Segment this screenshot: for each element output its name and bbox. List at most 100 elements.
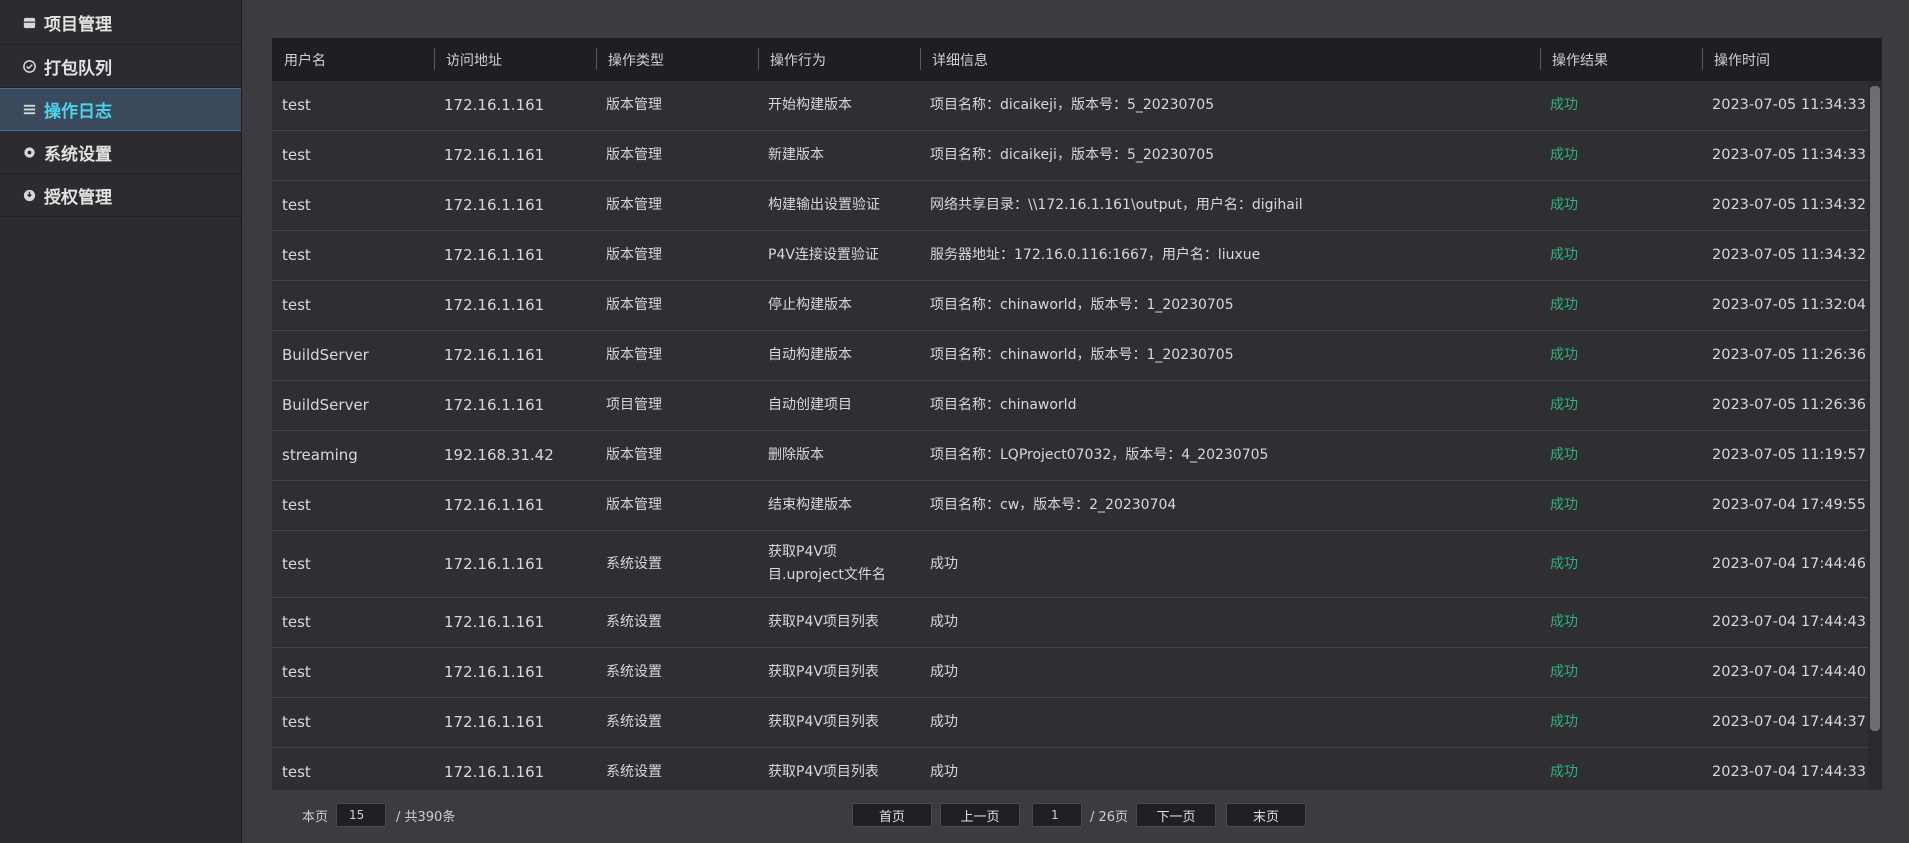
cell-type: 系统设置: [606, 714, 662, 730]
cell-address: 172.16.1.161: [444, 496, 545, 514]
cell-detail: 成功: [930, 764, 958, 780]
cell-result: 成功: [1550, 97, 1578, 113]
sidebar-item-license[interactable]: 授权管理: [0, 174, 241, 217]
sidebar-item-queue[interactable]: 打包队列: [0, 45, 241, 88]
cell-action: 新建版本: [768, 147, 824, 163]
sidebar-item-log[interactable]: 操作日志: [0, 88, 241, 131]
vertical-scrollbar[interactable]: [1868, 81, 1882, 790]
cell-action: 自动创建项目: [768, 397, 852, 413]
cell-address: 192.168.31.42: [444, 446, 554, 464]
last-page-button[interactable]: 末页: [1226, 803, 1306, 827]
scrollbar-thumb[interactable]: [1870, 86, 1880, 731]
table-rows: test 172.16.1.161 版本管理 开始构建版本项目名称：dicaikeji…: [272, 81, 1868, 790]
log-table: 用户名 访问地址 操作类型 操作行为 详细信息 操作结果 操作时间 test 17…: [272, 38, 1882, 790]
cell-action: 获取P4V项目列表: [768, 614, 879, 630]
cell-result: 成功: [1550, 664, 1578, 680]
cell-result: 成功: [1550, 497, 1578, 513]
sidebar-item-settings[interactable]: 系统设置: [0, 131, 241, 174]
cell-result: 成功: [1550, 714, 1578, 730]
cell-detail: 项目名称：chinaworld: [930, 397, 1077, 413]
cell-user: test: [282, 613, 311, 631]
column-header-type: 操作类型: [596, 38, 758, 81]
table-row: test 172.16.1.161 系统设置 获取P4V项目列表 成功 成功 2023-07…: [272, 698, 1868, 748]
cell-detail: 项目名称：chinaworld，版本号：1_20230705: [930, 297, 1234, 313]
cell-type: 版本管理: [606, 197, 662, 213]
cell-detail: 项目名称：chinaworld，版本号：1_20230705: [930, 347, 1234, 363]
cell-result: 成功: [1550, 297, 1578, 313]
cell-type: 版本管理: [606, 447, 662, 463]
cell-type: 版本管理: [606, 497, 662, 513]
sidebar-item-label: 系统设置: [44, 144, 112, 165]
prev-page-button[interactable]: 上一页: [940, 803, 1020, 827]
cell-type: 版本管理: [606, 97, 662, 113]
sidebar-item-label: 项目管理: [44, 14, 112, 35]
table-row: test 172.16.1.161 系统设置 获取P4V项目列表 成功 成功 2023-07…: [272, 648, 1868, 698]
cell-user: test: [282, 554, 311, 573]
cell-address: 172.16.1.161: [444, 146, 545, 164]
cell-type: 系统设置: [606, 614, 662, 630]
cell-user: test: [282, 713, 311, 731]
cell-detail: 项目名称：cw，版本号：2_20230704: [930, 497, 1177, 513]
cell-address: 172.16.1.161: [444, 663, 545, 681]
sidebar-item-label: 操作日志: [44, 102, 112, 122]
pagination: 本页 / 共390条 首页 上一页 / 26页 下一页 末页: [272, 797, 1882, 833]
cell-user: streaming: [282, 446, 358, 464]
cell-type: 系统设置: [606, 764, 662, 780]
cell-action: 停止构建版本: [768, 297, 852, 313]
cell-time: 2023-07-04 17:49:55: [1712, 497, 1866, 513]
cell-detail: 项目名称：LQProject07032，版本号：4_20230705: [930, 447, 1269, 463]
cell-time: 2023-07-05 11:34:33: [1712, 147, 1866, 163]
cell-address: 172.16.1.161: [444, 296, 545, 314]
column-header-result: 操作结果: [1540, 38, 1702, 81]
cell-user: test: [282, 246, 311, 264]
next-page-button[interactable]: 下一页: [1136, 803, 1216, 827]
cell-detail: 成功: [930, 714, 958, 730]
cell-action: 开始构建版本: [768, 97, 852, 113]
sidebar-item-label: 授权管理: [44, 187, 112, 208]
cell-user: test: [282, 496, 311, 514]
cell-type: 版本管理: [606, 347, 662, 363]
cell-user: test: [282, 96, 311, 114]
cell-address: 172.16.1.161: [444, 246, 545, 264]
cell-action: 删除版本: [768, 447, 824, 463]
column-header-time: 操作时间: [1702, 38, 1862, 81]
cell-address: 172.16.1.161: [444, 396, 545, 414]
cell-detail: 项目名称：dicaikeji，版本号：5_20230705: [930, 147, 1215, 163]
queue-icon: [20, 57, 38, 75]
cell-user: BuildServer: [282, 346, 369, 364]
cell-type: 系统设置: [606, 664, 662, 680]
cell-detail: 网络共享目录：\\172.16.1.161\output，用户名：digihai…: [930, 197, 1303, 213]
cell-type: 版本管理: [606, 147, 662, 163]
cell-time: 2023-07-05 11:34:32: [1712, 197, 1866, 213]
cell-time: 2023-07-04 17:44:46: [1712, 555, 1866, 572]
cell-user: test: [282, 763, 311, 781]
license-icon: [20, 186, 38, 204]
cell-address: 172.16.1.161: [444, 763, 545, 781]
sidebar: 项目管理 打包队列 操作日志 系统设置 授权管理: [0, 0, 242, 843]
table-row: BuildServer 172.16.1.161 版本管理 自动构建版本 项目名称：ch…: [272, 331, 1868, 381]
cell-detail: 成功: [930, 614, 958, 630]
cell-user: test: [282, 663, 311, 681]
column-header-user: 用户名: [284, 52, 326, 69]
cell-action: 获取P4V项目列表: [768, 664, 879, 680]
table-row: test 172.16.1.161 版本管理 停止构建版本 项目名称：chinaworl…: [272, 281, 1868, 331]
cell-action: P4V连接设置验证: [768, 247, 879, 263]
cell-action: 获取P4V项目列表: [768, 714, 879, 730]
page-number-input[interactable]: [1032, 803, 1082, 827]
cell-type: 版本管理: [606, 247, 662, 263]
cell-user: test: [282, 296, 311, 314]
first-page-button[interactable]: 首页: [852, 803, 932, 827]
cell-result: 成功: [1550, 347, 1578, 363]
cell-result: 成功: [1550, 197, 1578, 213]
per-page-input[interactable]: [336, 803, 386, 827]
cell-time: 2023-07-05 11:26:36: [1712, 397, 1866, 413]
sidebar-item-project[interactable]: 项目管理: [0, 0, 241, 45]
cell-address: 172.16.1.161: [444, 196, 545, 214]
table-row: test 172.16.1.161 系统设置 获取P4V项目列表 成功 成功 2023-07…: [272, 748, 1868, 790]
cell-time: 2023-07-05 11:34:32: [1712, 247, 1866, 263]
cell-time: 2023-07-05 11:26:36: [1712, 347, 1866, 363]
log-icon: [20, 101, 38, 119]
column-header-address: 访问地址: [434, 38, 596, 81]
cell-time: 2023-07-05 11:32:04: [1712, 297, 1866, 313]
cell-address: 172.16.1.161: [444, 96, 545, 114]
